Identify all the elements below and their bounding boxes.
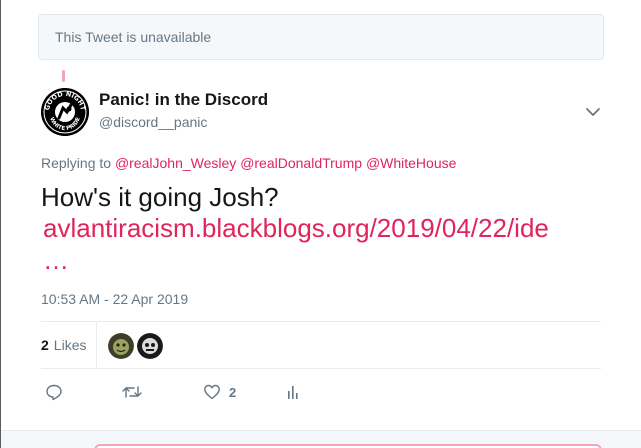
heart-icon — [204, 384, 220, 400]
likes-stat[interactable]: 2 Likes — [41, 322, 97, 368]
replying-to: Replying to @realJohn_Wesley @realDonald… — [41, 155, 456, 171]
likes-label: Likes — [53, 337, 87, 353]
analytics-button[interactable] — [285, 380, 301, 404]
retweet-icon — [122, 386, 142, 398]
author-avatar[interactable]: GOOD NIGHT WHITE PRIDE — [41, 88, 89, 136]
chevron-down-icon — [586, 108, 600, 116]
tweet-timestamp[interactable]: 10:53 AM - 22 Apr 2019 — [41, 291, 188, 307]
tweet-link-ellipsis[interactable]: … — [43, 244, 69, 276]
mention-link[interactable]: @realJohn_Wesley — [115, 155, 236, 171]
like-button[interactable]: 2 — [203, 380, 236, 404]
tweet-text: How's it going Josh? — [41, 182, 279, 212]
more-options-button[interactable] — [584, 104, 602, 120]
replying-prefix: Replying to — [41, 155, 112, 171]
left-border — [0, 0, 1, 448]
tweet-unavailable-notice: This Tweet is unavailable — [38, 14, 604, 60]
stats-divider — [96, 322, 97, 368]
tweet-stats: 2 Likes — [41, 321, 601, 369]
liker-avatar[interactable] — [108, 333, 134, 359]
mention-link[interactable]: @WhiteHouse — [366, 155, 456, 171]
thread-connector — [62, 70, 65, 82]
tweet-link[interactable]: avlantiracism.blackblogs.org/2019/04/22/… — [43, 212, 598, 244]
liker-avatar[interactable] — [137, 333, 163, 359]
author-handle[interactable]: @discord__panic — [99, 114, 207, 130]
author-name[interactable]: Panic! in the Discord — [99, 90, 268, 110]
retweet-button[interactable] — [121, 380, 143, 404]
tweet-actions: 2 — [41, 380, 601, 404]
mention-link[interactable]: @realDonaldTrump — [240, 155, 362, 171]
good-night-white-pride-logo: GOOD NIGHT WHITE PRIDE — [41, 88, 89, 136]
reply-input[interactable] — [94, 444, 602, 448]
like-count: 2 — [229, 384, 237, 400]
reply-button[interactable] — [45, 380, 63, 404]
liker-avatar-image — [137, 333, 163, 359]
reply-icon — [46, 384, 62, 401]
unavailable-text: This Tweet is unavailable — [55, 29, 212, 45]
liker-avatar-image — [108, 333, 134, 359]
likes-count: 2 — [41, 337, 49, 353]
analytics-icon — [288, 386, 298, 399]
